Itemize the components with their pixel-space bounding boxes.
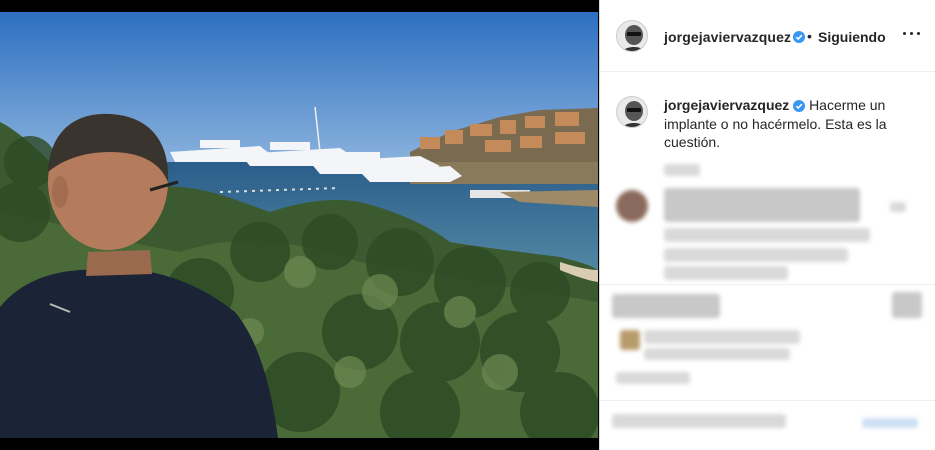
blurred-save-icon [892,292,922,318]
post-sidebar: jorgejaviervazquez • Siguiendo jorgejavi… [599,0,935,450]
avatar-image [617,21,647,51]
caption-avatar[interactable] [616,96,648,128]
blurred-likes [644,348,790,360]
caption-username[interactable]: jorgejaviervazquez [664,97,789,113]
post-photo[interactable] [0,12,598,438]
liked-by-avatar [620,330,640,350]
avatar[interactable] [616,20,648,52]
blurred-comment [664,266,788,280]
header-username[interactable]: jorgejaviervazquez [664,29,791,45]
blurred-date [616,372,690,384]
verified-badge-icon [793,31,805,43]
post-caption: jorgejaviervazquez Hacerme un implante o… [664,96,914,152]
post-header: jorgejaviervazquez • Siguiendo [600,0,935,72]
blurred-comment [664,188,860,222]
divider [600,284,935,285]
caption-avatar-image [617,97,647,127]
blurred-publish-button[interactable] [862,418,918,428]
blurred-action-icons [612,294,720,318]
divider [600,400,935,401]
verified-badge-icon [793,100,806,113]
comment-avatar [616,190,648,222]
blurred-like [890,202,906,212]
blurred-comment [664,248,848,262]
header-separator: • [807,28,812,44]
blurred-comment-input[interactable] [612,414,786,428]
more-options-icon[interactable] [900,26,924,42]
post-photo-image [0,12,598,438]
blurred-timestamp [664,164,700,176]
following-button[interactable]: Siguiendo [818,29,886,45]
blurred-comment [664,228,870,242]
blurred-likes [644,330,800,344]
